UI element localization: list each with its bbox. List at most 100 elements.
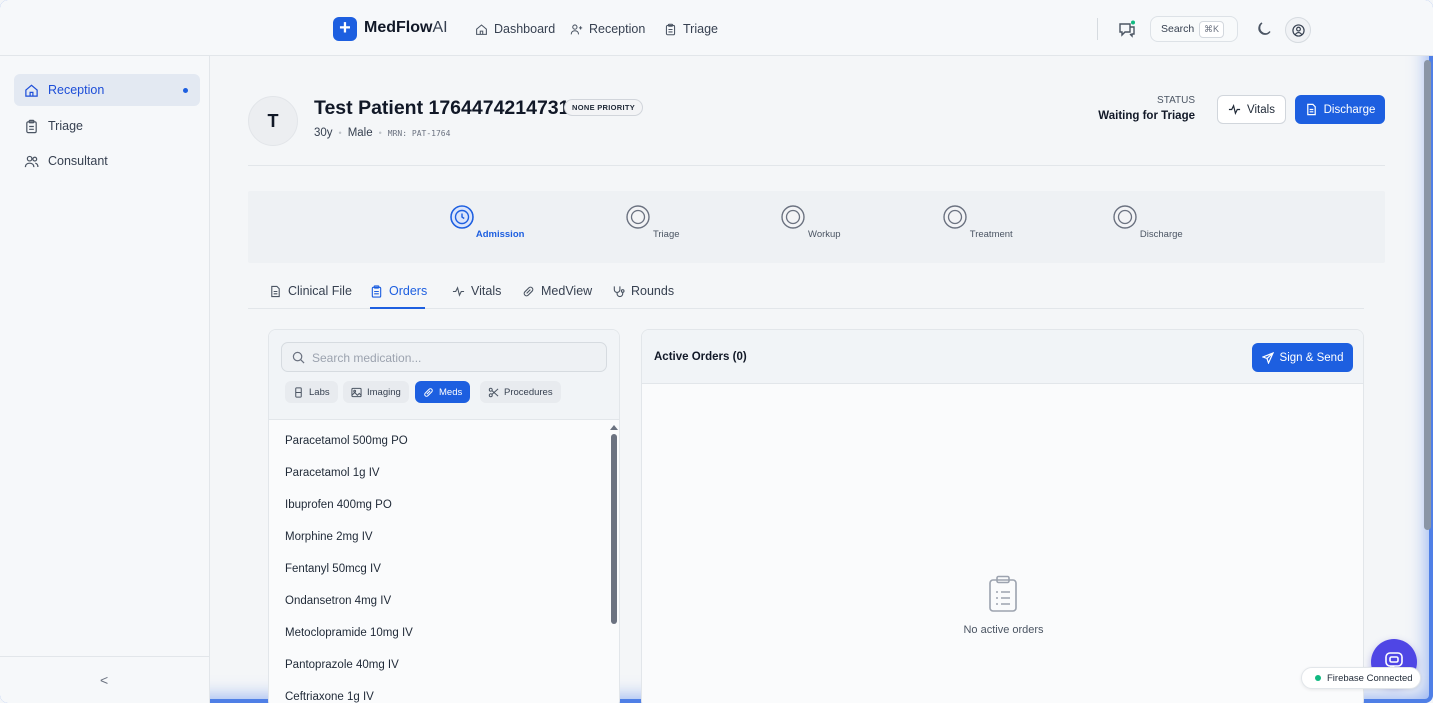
active-orders-title: Active Orders (0) [654,351,747,363]
tab-orders[interactable]: Orders [370,284,427,298]
category-meds[interactable]: Meds [415,381,471,403]
sidebar-item-label: Triage [48,119,83,133]
catalog-toolbar: Search medication... Labs Imaging Meds P… [269,330,619,420]
medication-item[interactable]: Ondansetron 4mg IV [285,595,391,607]
app-logo[interactable]: MedFlowAI [364,19,448,37]
app-name-light: AI [432,19,448,36]
sidebar-item-label: Consultant [48,154,108,168]
category-procedures[interactable]: Procedures [480,381,561,403]
nav-reception-label: Reception [589,22,646,36]
tab-label: Orders [389,284,428,298]
stethoscope-icon [613,285,625,297]
tab-clinical-file[interactable]: Clinical File [269,284,352,298]
patient-tabs: Clinical File Orders Vitals MedView Roun… [248,275,1364,309]
medication-item[interactable]: Paracetamol 1g IV [285,467,380,479]
user-plus-icon [570,23,583,34]
global-search-button[interactable]: Search ⌘K [1150,16,1238,42]
tab-medview[interactable]: MedView [522,284,592,298]
header-divider [248,165,1385,166]
step-label: Discharge [1139,229,1183,240]
test-tube-icon [295,386,302,398]
pill-icon [523,286,534,296]
tab-label: Vitals [471,284,502,298]
medication-item[interactable]: Ceftriaxone 1g IV [285,691,374,703]
meta-separator: • [378,128,382,138]
app-window: + MedFlowAI Dashboard Reception Triage S… [0,0,1433,703]
file-text-icon [1306,103,1316,116]
nav-reception[interactable]: Reception [570,22,645,36]
circle-icon [1113,205,1137,229]
medication-list-scrollbar[interactable] [611,434,617,624]
image-icon [351,387,362,397]
discharge-button[interactable]: Discharge [1295,95,1385,124]
file-text-icon [271,285,280,297]
tab-rounds[interactable]: Rounds [612,284,674,298]
logo-plus-icon[interactable]: + [333,17,357,41]
sidebar-item-consultant[interactable]: Consultant [14,145,200,177]
chip-label: Procedures [504,386,553,398]
step-discharge[interactable]: Discharge [1088,205,1208,240]
empty-clipboard-icon [989,575,1017,612]
chip-label: Labs [309,386,330,398]
medication-item[interactable]: Paracetamol 500mg PO [285,435,408,447]
discharge-button-label: Discharge [1323,103,1376,116]
vitals-button[interactable]: Vitals [1217,95,1286,124]
collapse-sidebar-chevron-left-icon[interactable]: < [100,672,108,688]
nav-dashboard[interactable]: Dashboard [475,22,555,36]
scroll-up-arrow-icon[interactable] [610,425,618,430]
nav-triage-label: Triage [683,22,718,36]
tab-vitals[interactable]: Vitals [452,284,501,298]
activity-icon [452,285,465,297]
users-icon [24,155,39,167]
category-imaging[interactable]: Imaging [343,381,409,403]
page-scrollbar[interactable] [1424,60,1431,530]
nav-triage[interactable]: Triage [664,22,718,36]
chat-notification-icon[interactable] [1117,19,1137,39]
active-orders-header: Active Orders (0) Sign & Send [642,330,1363,384]
sign-send-label: Sign & Send [1279,351,1344,364]
step-workup[interactable]: Workup [751,205,871,240]
status-value: Waiting for Triage [1098,110,1195,122]
step-label: Workup [808,229,841,240]
clipboard-icon [26,119,37,133]
order-catalog-panel: Search medication... Labs Imaging Meds P… [268,329,620,703]
step-triage[interactable]: Triage [593,205,713,240]
search-label: Search [1161,23,1195,35]
chip-label: Imaging [367,386,401,398]
tab-label: Clinical File [288,284,352,298]
vitals-button-label: Vitals [1247,103,1275,116]
search-placeholder: Search medication... [312,351,422,365]
category-labs[interactable]: Labs [285,381,338,403]
circle-icon [781,205,806,229]
sidebar-item-triage[interactable]: Triage [14,110,200,142]
send-icon [1261,351,1274,364]
sidebar-divider [0,656,210,657]
chip-label: Meds [439,386,463,398]
medication-item[interactable]: Fentanyl 50mcg IV [285,563,381,575]
patient-mrn: MRN: PAT-1764 [387,128,451,138]
step-treatment[interactable]: Treatment [918,205,1038,240]
medication-search-input[interactable]: Search medication... [281,342,607,372]
patient-sex: Male [347,127,373,139]
topbar-divider [1097,18,1098,40]
active-orders-panel: Active Orders (0) Sign & Send No active … [641,329,1364,703]
empty-state-text: No active orders [963,624,1044,636]
step-admission[interactable]: Admission [427,205,547,240]
medication-item[interactable]: Metoclopramide 10mg IV [285,627,413,639]
sign-and-send-button[interactable]: Sign & Send [1252,343,1353,372]
patient-meta: 30y • Male • MRN: PAT-1764 [314,127,450,139]
nav-dashboard-label: Dashboard [494,22,556,36]
user-profile-button[interactable] [1285,17,1311,43]
patient-name: Test Patient 1764474214731 [314,97,570,119]
dark-mode-moon-icon[interactable] [1255,20,1273,38]
medication-item[interactable]: Morphine 2mg IV [285,531,373,543]
medication-item[interactable]: Pantoprazole 40mg IV [285,659,399,671]
step-label: Treatment [969,229,1013,240]
sidebar: Reception Triage Consultant < [0,56,210,703]
circle-icon [626,205,651,229]
home-icon [476,23,487,35]
care-stepper: Admission Triage Workup Treatment Discha… [248,191,1385,263]
medication-item[interactable]: Ibuprofen 400mg PO [285,499,392,511]
active-indicator-dot [183,88,188,93]
sidebar-item-reception[interactable]: Reception [14,74,200,106]
